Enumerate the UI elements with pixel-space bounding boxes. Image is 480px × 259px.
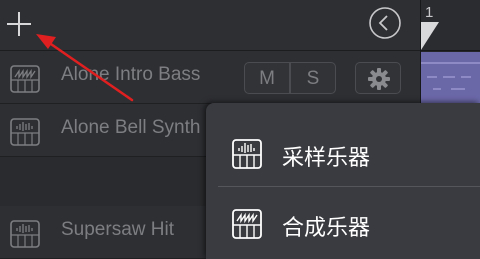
bar-number: 1: [425, 4, 434, 21]
track-list-header: [0, 0, 420, 51]
timeline-ruler[interactable]: 1: [421, 0, 480, 51]
track-settings-button[interactable]: [355, 62, 401, 94]
sampler-keyboard-icon: [10, 118, 40, 146]
plus-icon[interactable]: [4, 8, 34, 38]
mute-button[interactable]: M: [244, 62, 290, 94]
menu-item-sampler[interactable]: 采样乐器: [206, 118, 480, 188]
track-row[interactable]: Alone Intro Bass M S: [0, 51, 420, 104]
track-name: Alone Intro Bass: [61, 64, 201, 85]
gear-icon: [368, 68, 390, 90]
sampler-keyboard-icon: [232, 139, 262, 169]
sampler-keyboard-icon: [10, 220, 40, 248]
menu-item-label: 合成乐器: [282, 216, 371, 241]
synth-keyboard-icon: [10, 65, 40, 93]
midi-notes-pattern: [421, 62, 480, 90]
menu-item-label: 采样乐器: [282, 146, 371, 171]
synth-keyboard-icon: [232, 209, 262, 239]
menu-divider: [218, 186, 480, 187]
track-name: Alone Bell Synth: [61, 117, 201, 138]
track-name: Supersaw Hit: [61, 219, 174, 240]
add-track-menu: 采样乐器 合成乐器: [206, 103, 480, 259]
chevron-left-circle-icon[interactable]: [368, 6, 402, 40]
solo-button[interactable]: S: [290, 62, 336, 94]
menu-item-synth[interactable]: 合成乐器: [206, 188, 480, 258]
playhead-marker-icon[interactable]: [421, 22, 441, 50]
midi-region[interactable]: [421, 52, 480, 104]
